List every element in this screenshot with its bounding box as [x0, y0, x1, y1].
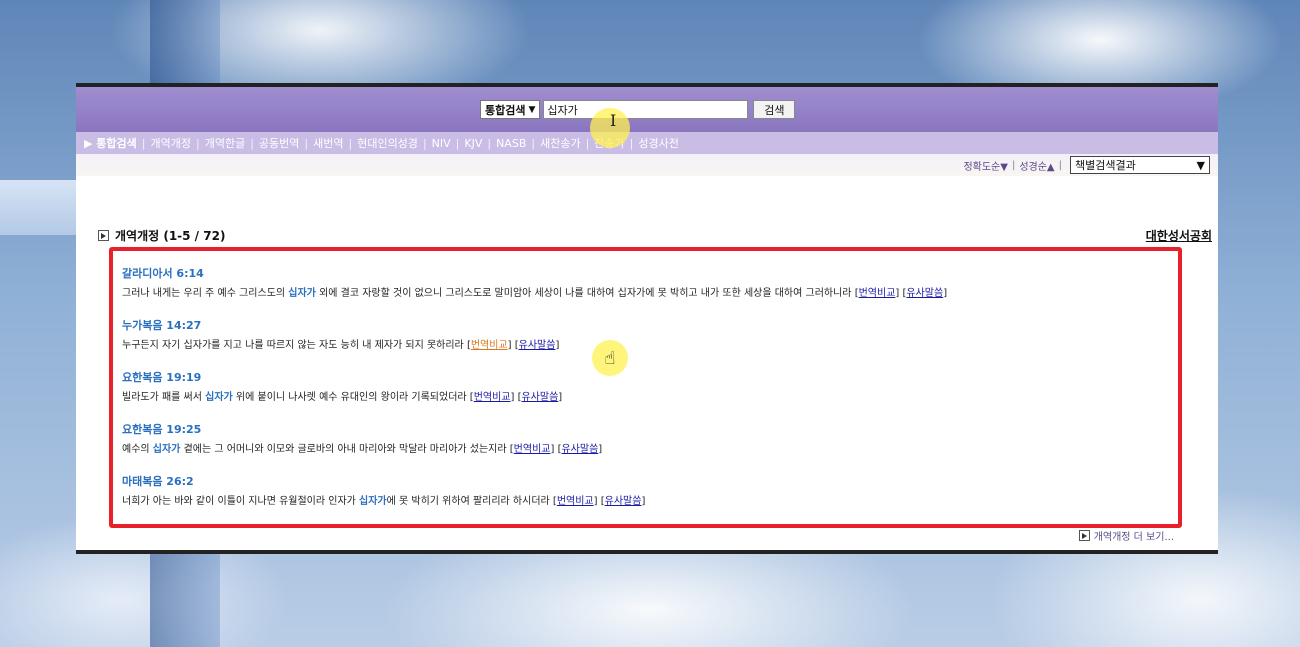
verse-text-part: 너희가 아는 바와 같이 이틀이 지나면 유월절이라 인자가 — [122, 496, 360, 507]
nav-separator: | — [531, 136, 536, 150]
nav-item-integrated-search[interactable]: ▶ 통합검색 — [84, 135, 137, 151]
sort-separator: | — [1011, 159, 1016, 171]
verse-text-part: 예수의 — [122, 444, 153, 455]
nav-item-revised-korean[interactable]: 개역한글 — [205, 135, 245, 151]
more-results-label: 개역개정 더 보기... — [1093, 532, 1174, 543]
nav-separator: | — [141, 136, 146, 150]
verse-text-part: 누구든지 자기 십자가를 지고 나를 따르지 않는 자도 능히 내 제자가 되지… — [122, 340, 467, 351]
verse-text-part: 외에 결코 자랑할 것이 없으니 그리스도로 말미암아 세상이 나를 대하여 십… — [315, 288, 855, 299]
search-form: 통합검색 ▼ 검색 — [480, 100, 796, 119]
nav-separator: | — [629, 136, 634, 150]
search-scope-select[interactable]: 통합검색 ▼ — [480, 100, 541, 119]
verse-text: 누구든지 자기 십자가를 지고 나를 따르지 않는 자도 능히 내 제자가 되지… — [122, 340, 560, 351]
keyword-highlight: 십자가 — [359, 496, 387, 507]
similar-verse-link[interactable]: 유사말씀 — [906, 288, 943, 299]
play-icon — [1078, 530, 1090, 541]
compare-translation-link[interactable]: 번역비교 — [557, 496, 594, 507]
result-item: 요한복음 19:19 빌라도가 패를 써서 십자가 위에 붙이니 나사렛 예수 … — [122, 369, 562, 403]
search-button[interactable]: 검색 — [753, 100, 796, 119]
similar-verse-link[interactable]: 유사말씀 — [519, 340, 556, 351]
keyword-highlight: 십자가 — [205, 392, 233, 403]
compare-translation-link[interactable]: 번역비교 — [514, 444, 551, 455]
bible-nav: ▶ 통합검색 | 개역개정 | 개역한글 | 공동번역 | 새번역 | 현대인의… — [76, 132, 1218, 154]
keyword-highlight: 십자가 — [288, 288, 316, 299]
similar-verse-link[interactable]: 유사말씀 — [521, 392, 558, 403]
nav-separator: | — [422, 136, 427, 150]
compare-translation-link[interactable]: 번역비교 — [474, 392, 511, 403]
nav-item-kjv[interactable]: KJV — [464, 137, 482, 150]
nav-item-bible-dictionary[interactable]: 성경사전 — [638, 135, 678, 151]
nav-separator: | — [304, 136, 309, 150]
nav-item-revised-new[interactable]: 개역개정 — [151, 135, 191, 151]
view-mode-label: 책별검색결과 — [1075, 159, 1136, 172]
text-cursor-icon: I — [610, 111, 617, 130]
search-input[interactable] — [543, 100, 749, 119]
verse-text: 그러나 내게는 우리 주 예수 그리스도의 십자가 외에 결코 자랑할 것이 없… — [122, 288, 948, 299]
nav-item-nasb[interactable]: NASB — [496, 137, 526, 150]
verse-reference[interactable]: 마태복음 26:2 — [122, 473, 645, 489]
chevron-down-icon: ▼ — [528, 104, 536, 115]
verse-text-part: 그러나 내게는 우리 주 예수 그리스도의 — [122, 288, 289, 299]
verse-text-part: 곁에는 그 어머니와 이모와 글로바의 아내 마리아와 막달라 마리아가 섰는지… — [180, 444, 510, 455]
similar-verse-link[interactable]: 유사말씀 — [605, 496, 642, 507]
result-item: 누가복음 14:27 누구든지 자기 십자가를 지고 나를 따르지 않는 자도 … — [122, 317, 559, 351]
hand-pointer-icon: ☝ — [592, 340, 628, 376]
nav-item-common-translation[interactable]: 공동번역 — [259, 135, 299, 151]
browser-page: 통합검색 ▼ 검색 ▶ 통합검색 | 개역개정 | 개역한글 | 공동번역 | … — [76, 83, 1218, 554]
similar-verse-link[interactable]: 유사말씀 — [561, 444, 598, 455]
verse-reference[interactable]: 요한복음 19:25 — [122, 421, 602, 437]
result-item: 마태복음 26:2 너희가 아는 바와 같이 이틀이 지나면 유월절이라 인자가… — [122, 473, 645, 507]
nav-separator: | — [195, 136, 200, 150]
more-results-link[interactable]: 개역개정 더 보기... — [1078, 528, 1174, 543]
sort-separator: | — [1058, 159, 1062, 171]
verse-text-part: 위에 붙이니 나사렛 예수 유대인의 왕이라 기록되었더라 — [232, 392, 470, 403]
verse-text: 너희가 아는 바와 같이 이틀이 지나면 유월절이라 인자가 십자가에 못 박히… — [122, 496, 646, 507]
chevron-down-icon: ▼ — [1196, 158, 1205, 172]
verse-text-part: 에 못 박히기 위하여 팔리리라 하시더라 — [386, 496, 553, 507]
verse-text: 예수의 십자가 곁에는 그 어머니와 이모와 글로바의 아내 마리아와 막달라 … — [122, 444, 603, 455]
keyword-highlight: 십자가 — [152, 444, 181, 455]
view-mode-select[interactable]: 책별검색결과 ▼ — [1070, 156, 1210, 174]
section-title-group: 개역개정 (1-5 / 72) — [98, 227, 225, 244]
sort-bible-order-link[interactable]: 성경순▲ — [1019, 158, 1054, 173]
search-header: 통합검색 ▼ 검색 — [76, 87, 1218, 132]
publisher-link[interactable]: 대한성서공회 — [1146, 227, 1212, 244]
result-item: 갈라디아서 6:14 그러나 내게는 우리 주 예수 그리스도의 십자가 외에 … — [122, 265, 947, 299]
results-highlight-box: 갈라디아서 6:14 그러나 내게는 우리 주 예수 그리스도의 십자가 외에 … — [109, 247, 1182, 528]
nav-separator: | — [250, 136, 254, 150]
compare-translation-link[interactable]: 번역비교 — [471, 340, 508, 351]
sort-accuracy-link[interactable]: 정확도순▼ — [963, 158, 1008, 173]
verse-reference[interactable]: 요한복음 19:19 — [122, 369, 562, 385]
verse-text: 빌라도가 패를 써서 십자가 위에 붙이니 나사렛 예수 유대인의 왕이라 기록… — [122, 392, 563, 403]
nav-item-niv[interactable]: NIV — [432, 137, 451, 150]
nav-item-modern-bible[interactable]: 현대인의성경 — [357, 135, 418, 151]
nav-separator: | — [455, 136, 460, 150]
nav-separator: | — [348, 136, 353, 150]
nav-separator: | — [585, 136, 590, 150]
section-header: 개역개정 (1-5 / 72) 대한성서공회 — [98, 227, 1212, 244]
result-item: 요한복음 19:25 예수의 십자가 곁에는 그 어머니와 이모와 글로바의 아… — [122, 421, 602, 455]
search-scope-label: 통합검색 — [485, 103, 526, 117]
compare-translation-link[interactable]: 번역비교 — [859, 288, 896, 299]
sort-bar: 정확도순▼ | 성경순▲ | 책별검색결과 ▼ — [76, 154, 1218, 176]
verse-reference[interactable]: 갈라디아서 6:14 — [122, 265, 947, 281]
nav-separator: | — [487, 136, 492, 150]
section-title: 개역개정 (1-5 / 72) — [115, 229, 226, 243]
nav-item-new-translation[interactable]: 새번역 — [313, 135, 343, 151]
nav-item-new-hymnal[interactable]: 새찬송가 — [540, 135, 580, 151]
play-icon — [98, 230, 109, 241]
verse-text-part: 빌라도가 패를 써서 — [122, 392, 206, 403]
verse-reference[interactable]: 누가복음 14:27 — [122, 317, 559, 333]
